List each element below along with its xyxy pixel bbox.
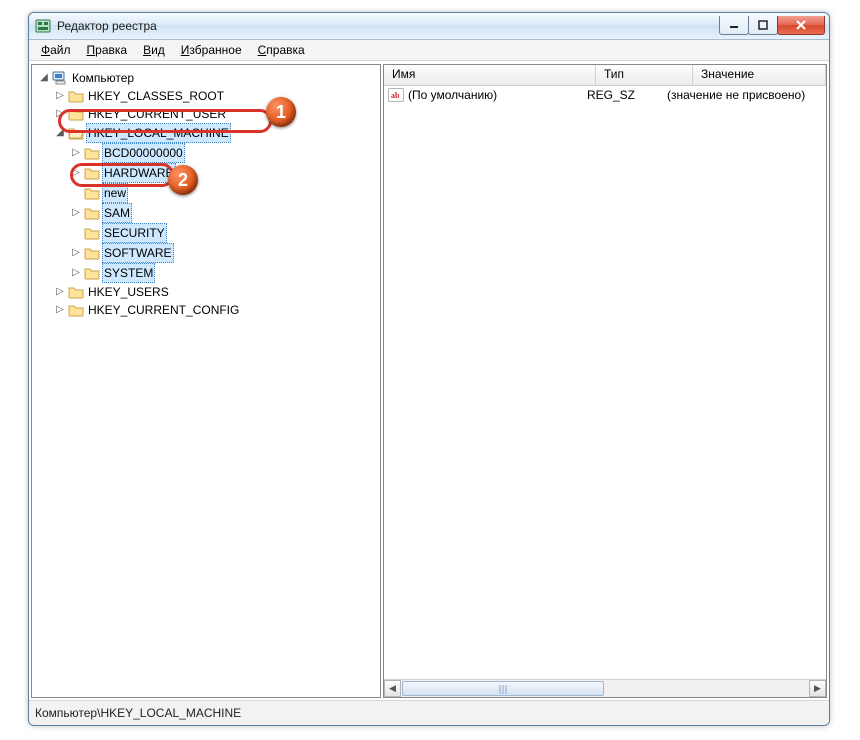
horizontal-scrollbar[interactable]: ◀ ▶ <box>384 679 826 697</box>
tree-label: HKEY_LOCAL_MACHINE <box>86 123 231 143</box>
tree-node-sam[interactable]: ▷ SAM <box>70 203 378 223</box>
tree-label: new <box>102 183 128 203</box>
menubar: Файл Правка Вид Избранное Справка <box>29 40 829 61</box>
tree-node-software[interactable]: ▷ SOFTWARE <box>70 243 378 263</box>
tree-label: HKEY_CURRENT_USER <box>86 105 228 123</box>
tree-label: HARDWARE <box>102 163 176 183</box>
statusbar-path: Компьютер\HKEY_LOCAL_MACHINE <box>35 706 241 720</box>
titlebar[interactable]: Редактор реестра <box>29 13 829 40</box>
window-title: Редактор реестра <box>57 19 157 33</box>
client-area: ◢ Компьютер ▷ HKEY_CLASSES_ROOT <box>29 61 829 700</box>
tree-node-hku[interactable]: ▷ HKEY_USERS <box>54 283 378 301</box>
tree-label: SOFTWARE <box>102 243 174 263</box>
tree-label: SYSTEM <box>102 263 155 283</box>
tree-pane: ◢ Компьютер ▷ HKEY_CLASSES_ROOT <box>31 64 381 698</box>
folder-icon <box>68 285 84 299</box>
tree-label: Компьютер <box>70 69 136 87</box>
scroll-thumb[interactable] <box>402 681 604 696</box>
folder-icon <box>84 206 100 220</box>
statusbar: Компьютер\HKEY_LOCAL_MACHINE <box>29 700 829 725</box>
cell-type: REG_SZ <box>587 88 667 102</box>
expander-icon[interactable]: ▷ <box>54 90 66 102</box>
minimize-button[interactable] <box>719 16 749 35</box>
expander-icon[interactable]: ▷ <box>70 167 82 179</box>
folder-icon <box>68 89 84 103</box>
menu-file[interactable]: Файл <box>35 42 77 58</box>
expander-icon[interactable]: ▷ <box>54 286 66 298</box>
tree-node-system[interactable]: ▷ SYSTEM <box>70 263 378 283</box>
expander-icon[interactable]: ◢ <box>54 127 66 139</box>
regedit-icon <box>35 18 51 34</box>
column-header-name[interactable]: Имя <box>384 65 596 85</box>
expander-icon[interactable]: ▷ <box>54 304 66 316</box>
expander-icon[interactable]: ▷ <box>54 108 66 120</box>
tree-node-security[interactable]: ▷ SECURITY <box>70 223 378 243</box>
folder-icon <box>84 246 100 260</box>
scroll-left-button[interactable]: ◀ <box>384 680 401 697</box>
folder-icon <box>84 266 100 280</box>
menu-favorites[interactable]: Избранное <box>175 42 248 58</box>
tree-node-new[interactable]: ▷ new <box>70 183 378 203</box>
scroll-right-button[interactable]: ▶ <box>809 680 826 697</box>
tree-node-hkcr[interactable]: ▷ HKEY_CLASSES_ROOT <box>54 87 378 105</box>
folder-open-icon <box>68 126 84 140</box>
expander-icon[interactable]: ▷ <box>70 267 82 279</box>
cell-value: (значение не присвоено) <box>667 88 826 102</box>
expander-icon[interactable]: ▷ <box>70 147 82 159</box>
folder-icon <box>84 186 100 200</box>
tree-node-hkcu[interactable]: ▷ HKEY_CURRENT_USER <box>54 105 378 123</box>
tree-node-hkcc[interactable]: ▷ HKEY_CURRENT_CONFIG <box>54 301 378 319</box>
values-pane: Имя Тип Значение ab (По умолчанию) <box>383 64 827 698</box>
menu-edit[interactable]: Правка <box>81 42 134 58</box>
tree-node-hardware[interactable]: ▷ HARDWARE <box>70 163 378 183</box>
list-body[interactable]: ab (По умолчанию) REG_SZ (значение не пр… <box>384 86 826 679</box>
menu-view[interactable]: Вид <box>137 42 171 58</box>
tree-label: SAM <box>102 203 132 223</box>
tree-label: HKEY_CURRENT_CONFIG <box>86 301 241 319</box>
expander-icon[interactable]: ▷ <box>70 247 82 259</box>
svg-text:ab: ab <box>391 91 400 100</box>
menu-help[interactable]: Справка <box>252 42 311 58</box>
folder-icon <box>84 226 100 240</box>
tree-node-hklm[interactable]: ◢ HKEY_LOCAL_MACHINE <box>54 123 378 143</box>
window-buttons <box>720 16 825 34</box>
tree-label: HKEY_USERS <box>86 283 171 301</box>
folder-icon <box>84 146 100 160</box>
registry-tree[interactable]: ◢ Компьютер ▷ HKEY_CLASSES_ROOT <box>32 65 380 323</box>
folder-icon <box>84 166 100 180</box>
registry-editor-window: Редактор реестра Файл Правка Вид Избранн… <box>28 12 830 726</box>
column-header-value[interactable]: Значение <box>693 65 826 85</box>
folder-icon <box>68 107 84 121</box>
cell-name: (По умолчанию) <box>408 88 497 102</box>
column-header-type[interactable]: Тип <box>596 65 693 85</box>
list-row[interactable]: ab (По умолчанию) REG_SZ (значение не пр… <box>384 86 826 104</box>
expander-icon[interactable]: ◢ <box>38 72 50 84</box>
list-header: Имя Тип Значение <box>384 65 826 86</box>
expander-icon[interactable]: ▷ <box>70 207 82 219</box>
folder-icon <box>68 303 84 317</box>
tree-label: HKEY_CLASSES_ROOT <box>86 87 226 105</box>
maximize-button[interactable] <box>748 16 778 35</box>
tree-label: SECURITY <box>102 223 167 243</box>
string-value-icon: ab <box>388 88 404 102</box>
tree-node-bcd[interactable]: ▷ BCD00000000 <box>70 143 378 163</box>
close-button[interactable] <box>777 16 825 35</box>
computer-icon <box>52 71 68 85</box>
tree-node-computer[interactable]: ◢ Компьютер <box>38 69 378 87</box>
tree-label: BCD00000000 <box>102 143 185 163</box>
